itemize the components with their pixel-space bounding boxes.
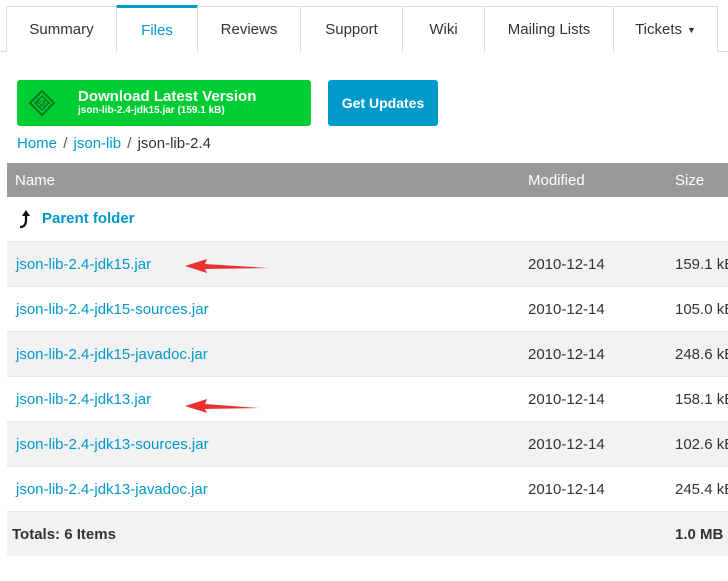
download-text: Download Latest Version json-lib-2.4-jdk… xyxy=(78,88,256,117)
svg-text:SF: SF xyxy=(36,99,48,109)
file-modified: 2010-12-14 xyxy=(528,481,605,498)
file-size: 159.1 kB xyxy=(675,256,728,273)
file-link[interactable]: json-lib-2.4-jdk15-sources.jar xyxy=(16,301,209,318)
download-subtitle: json-lib-2.4-jdk15.jar (159.1 kB) xyxy=(78,105,225,116)
breadcrumb-home-link[interactable]: Home xyxy=(17,135,57,152)
file-modified: 2010-12-14 xyxy=(528,346,605,363)
table-row: json-lib-2.4-jdk13.jar 2010-12-14 158.1 … xyxy=(7,376,728,421)
file-link[interactable]: json-lib-2.4-jdk15-javadoc.jar xyxy=(16,346,208,363)
annotation-arrow-icon xyxy=(185,259,269,273)
tab-label: Reviews xyxy=(220,21,278,38)
tab-reviews[interactable]: Reviews xyxy=(197,6,301,52)
tab-label: Mailing Lists xyxy=(507,21,591,38)
breadcrumb-separator: / xyxy=(127,135,132,152)
tab-label: Wiki xyxy=(429,21,458,38)
totals-size: 1.0 MB xyxy=(675,526,724,543)
breadcrumb-project-link[interactable]: json-lib xyxy=(74,135,122,152)
table-row: json-lib-2.4-jdk15.jar 2010-12-14 159.1 … xyxy=(7,241,728,286)
totals-row: Totals: 6 Items 1.0 MB xyxy=(7,511,728,556)
project-tab-bar: Summary Files Reviews Support Wiki Maili… xyxy=(0,0,728,52)
caret-down-icon: ▼ xyxy=(687,24,696,35)
file-modified: 2010-12-14 xyxy=(528,436,605,453)
files-table: Name Modified Size Parent folder json-li… xyxy=(7,163,728,556)
annotation-arrow-icon xyxy=(185,399,259,413)
parent-folder-link[interactable]: Parent folder xyxy=(42,210,135,227)
sourceforge-logo-icon: SF xyxy=(29,90,55,116)
file-size: 105.0 kB xyxy=(675,301,728,318)
get-updates-button[interactable]: Get Updates xyxy=(328,80,438,126)
file-modified: 2010-12-14 xyxy=(528,391,605,408)
file-size: 245.4 kB xyxy=(675,481,728,498)
file-link[interactable]: json-lib-2.4-jdk13.jar xyxy=(16,391,151,408)
table-row: json-lib-2.4-jdk13-javadoc.jar 2010-12-1… xyxy=(7,466,728,511)
breadcrumb-separator: / xyxy=(63,135,68,152)
tab-label: Files xyxy=(141,21,173,39)
file-modified: 2010-12-14 xyxy=(528,256,605,273)
parent-folder-row[interactable]: Parent folder xyxy=(7,197,728,241)
breadcrumb: Home / json-lib / json-lib-2.4 xyxy=(17,135,211,152)
tab-wiki[interactable]: Wiki xyxy=(402,6,485,52)
tab-tickets[interactable]: Tickets ▼ xyxy=(613,6,718,52)
table-row: json-lib-2.4-jdk15-javadoc.jar 2010-12-1… xyxy=(7,331,728,376)
download-title: Download Latest Version xyxy=(78,88,257,105)
file-link[interactable]: json-lib-2.4-jdk13-javadoc.jar xyxy=(16,481,208,498)
file-link[interactable]: json-lib-2.4-jdk13-sources.jar xyxy=(16,436,209,453)
parent-folder-arrow-icon xyxy=(19,210,30,229)
download-latest-button[interactable]: SF Download Latest Version json-lib-2.4-… xyxy=(17,80,311,126)
table-row: json-lib-2.4-jdk13-sources.jar 2010-12-1… xyxy=(7,421,728,466)
column-header-modified[interactable]: Modified xyxy=(528,172,585,189)
tab-summary[interactable]: Summary xyxy=(6,6,117,52)
file-modified: 2010-12-14 xyxy=(528,301,605,318)
table-row: json-lib-2.4-jdk15-sources.jar 2010-12-1… xyxy=(7,286,728,331)
tab-label: Summary xyxy=(29,21,94,38)
column-header-size[interactable]: Size xyxy=(675,172,704,189)
tab-label: Support xyxy=(325,21,378,38)
file-size: 158.1 kB xyxy=(675,391,728,408)
breadcrumb-current: json-lib-2.4 xyxy=(137,135,211,152)
tab-files[interactable]: Files xyxy=(116,5,198,52)
tab-support[interactable]: Support xyxy=(300,6,403,52)
tab-mailing-lists[interactable]: Mailing Lists xyxy=(484,6,614,52)
column-header-name[interactable]: Name xyxy=(15,172,55,189)
totals-label: Totals: 6 Items xyxy=(12,526,116,543)
file-link[interactable]: json-lib-2.4-jdk15.jar xyxy=(16,256,151,273)
table-header: Name Modified Size xyxy=(7,163,728,197)
file-size: 248.6 kB xyxy=(675,346,728,363)
file-size: 102.6 kB xyxy=(675,436,728,453)
tab-label: Tickets xyxy=(635,21,683,38)
